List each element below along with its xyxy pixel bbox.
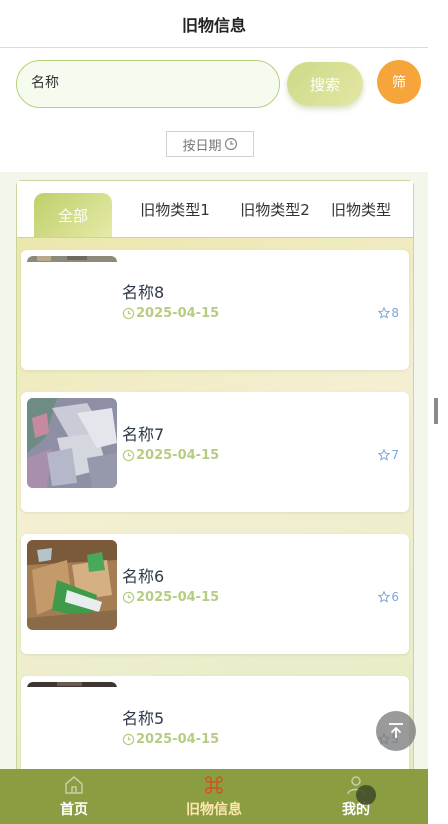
list-item[interactable]: 名称6 2025-04-15 6 bbox=[21, 534, 409, 654]
sort-by-date-button[interactable]: 按日期 bbox=[166, 131, 254, 157]
list-item[interactable]: 名称8 2025-04-15 8 bbox=[21, 250, 409, 370]
clock-icon bbox=[224, 137, 237, 151]
star-icon bbox=[378, 307, 391, 319]
item-date: 2025-04-15 bbox=[122, 590, 219, 605]
tab-all[interactable]: 全部 bbox=[34, 193, 112, 237]
item-thumbnail bbox=[27, 682, 117, 772]
tab-type-3[interactable]: 旧物类型 bbox=[331, 181, 413, 237]
item-thumbnail bbox=[27, 398, 117, 488]
home-icon bbox=[65, 776, 83, 794]
tabbar-item-items[interactable]: 旧物信息 bbox=[143, 769, 285, 824]
tab-type-2[interactable]: 旧物类型2 bbox=[229, 181, 321, 237]
tab-label: 全部 bbox=[57, 206, 88, 225]
tab-label: 旧物类型2 bbox=[240, 200, 310, 219]
tab-type-1[interactable]: 旧物类型1 bbox=[129, 181, 221, 237]
item-favorites[interactable]: 7 bbox=[378, 448, 399, 462]
item-date: 2025-04-15 bbox=[122, 732, 219, 747]
page-header: 旧物信息 bbox=[0, 0, 428, 48]
clock-icon bbox=[122, 591, 135, 604]
item-date-text: 2025-04-15 bbox=[136, 448, 220, 463]
item-date-text: 2025-04-15 bbox=[136, 590, 220, 605]
back-to-top-button[interactable] bbox=[376, 711, 416, 751]
item-name: 名称7 bbox=[122, 425, 165, 444]
item-date: 2025-04-15 bbox=[122, 306, 219, 321]
clock-icon bbox=[122, 733, 135, 746]
tab-label: 旧物类型 bbox=[331, 200, 392, 219]
tabbar-label: 旧物信息 bbox=[186, 802, 242, 818]
filter-button[interactable]: 筛 bbox=[377, 60, 421, 104]
item-fav-count: 7 bbox=[391, 448, 399, 462]
clock-icon bbox=[122, 307, 135, 320]
floating-dot[interactable] bbox=[356, 785, 376, 805]
item-name: 名称8 bbox=[122, 283, 165, 302]
search-button[interactable]: 搜索 bbox=[287, 62, 363, 106]
star-icon bbox=[378, 591, 391, 603]
category-tabs: 全部 旧物类型1 旧物类型2 旧物类型 bbox=[17, 181, 413, 238]
tab-label: 旧物类型1 bbox=[140, 200, 210, 219]
list-item[interactable]: 名称7 2025-04-15 7 bbox=[21, 392, 409, 512]
window-right-edge bbox=[428, 0, 448, 824]
item-fav-count: 8 bbox=[391, 306, 399, 320]
item-date-text: 2025-04-15 bbox=[136, 732, 220, 747]
item-date: 2025-04-15 bbox=[122, 448, 219, 463]
app-screen: 旧物信息 名称 搜索 筛 按日期 全部 旧物类型1 旧物类型2 旧物类型 名称8… bbox=[0, 0, 428, 824]
item-date-text: 2025-04-15 bbox=[136, 306, 220, 321]
arrow-up-icon bbox=[389, 723, 403, 738]
command-icon bbox=[205, 776, 223, 794]
sort-row: 按日期 bbox=[0, 128, 428, 172]
page-title: 旧物信息 bbox=[181, 15, 246, 35]
item-thumbnail bbox=[27, 540, 117, 630]
item-name: 名称6 bbox=[122, 567, 165, 586]
resize-handle[interactable] bbox=[434, 398, 438, 424]
item-name: 名称5 bbox=[122, 709, 165, 728]
search-input[interactable]: 名称 bbox=[16, 60, 280, 108]
clock-icon bbox=[122, 449, 135, 462]
item-favorites[interactable]: 6 bbox=[378, 590, 399, 604]
star-icon bbox=[378, 449, 391, 461]
item-favorites[interactable]: 8 bbox=[378, 306, 399, 320]
search-bar: 名称 搜索 筛 bbox=[0, 48, 428, 128]
item-fav-count: 6 bbox=[391, 590, 399, 604]
item-thumbnail bbox=[27, 256, 117, 346]
tabbar-label: 首页 bbox=[60, 802, 88, 818]
tabbar-item-home[interactable]: 首页 bbox=[3, 769, 145, 824]
sort-by-date-label: 按日期 bbox=[182, 138, 222, 154]
